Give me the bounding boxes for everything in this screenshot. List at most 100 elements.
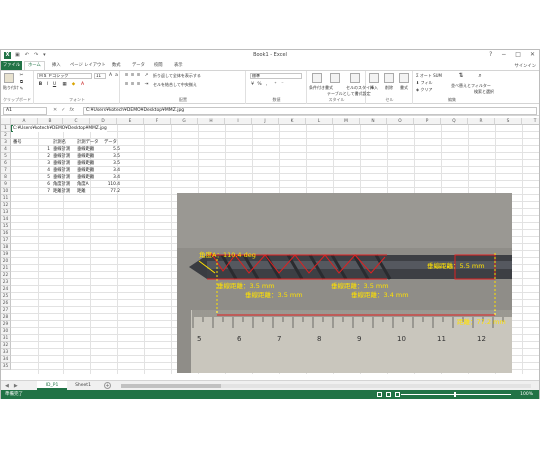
row-header[interactable]: 34: [1, 356, 11, 363]
font-color-icon[interactable]: A: [80, 82, 85, 87]
column-header[interactable]: S: [495, 118, 522, 125]
grow-font-icon[interactable]: A: [108, 73, 113, 78]
column-header[interactable]: F: [144, 118, 171, 125]
row-header[interactable]: 20: [1, 258, 11, 265]
table-cell[interactable]: 3.4: [96, 167, 120, 174]
inserted-picture[interactable]: 5 6 7 8 9 10 11 12 角度A：110.4 deg 垂線距離：5.5 mm 垂線距離：…: [177, 193, 512, 373]
column-header[interactable]: T: [522, 118, 539, 125]
align-left-icon[interactable]: ≡: [124, 82, 129, 87]
column-header[interactable]: O: [387, 118, 414, 125]
borders-icon[interactable]: ▦: [62, 82, 67, 87]
column-header[interactable]: E: [117, 118, 144, 125]
fill-color-icon[interactable]: ◆: [71, 82, 76, 87]
tab-formulas[interactable]: 数式: [112, 62, 121, 68]
close-button[interactable]: ✕: [530, 51, 535, 58]
table-cell[interactable]: 5: [20, 174, 50, 181]
formula-input[interactable]: C:¥Users¥kotech¥DEMO¥Desktop¥MMZ.jpg: [83, 107, 537, 115]
column-header[interactable]: A: [11, 118, 38, 125]
normal-view-icon[interactable]: [377, 392, 382, 397]
tab-view[interactable]: 表示: [174, 62, 183, 68]
fill-button[interactable]: ⬇ フィル: [416, 80, 433, 86]
table-cell[interactable]: 2: [20, 153, 50, 160]
tab-review[interactable]: 校閲: [154, 62, 163, 68]
underline-icon[interactable]: U: [52, 82, 57, 87]
cell-style-icon[interactable]: [350, 73, 360, 83]
row-header[interactable]: 25: [1, 293, 11, 300]
table-header-cell[interactable]: データ: [104, 139, 117, 146]
row-header[interactable]: 16: [1, 230, 11, 237]
scroll-thumb[interactable]: [121, 384, 221, 388]
table-cell[interactable]: 3.4: [96, 174, 120, 181]
column-header[interactable]: N: [360, 118, 387, 125]
shrink-font-icon[interactable]: a: [114, 73, 119, 78]
autosum-button[interactable]: Σ オート SUM: [416, 73, 442, 79]
name-box[interactable]: A1: [3, 107, 47, 115]
horizontal-scrollbar[interactable]: [121, 384, 531, 388]
number-format-select[interactable]: 標準: [250, 73, 302, 79]
column-header[interactable]: I: [225, 118, 252, 125]
table-cell[interactable]: 5.5: [96, 146, 120, 153]
table-format-icon[interactable]: [330, 73, 340, 83]
row-header[interactable]: 10: [1, 188, 11, 195]
tab-page-layout[interactable]: ページ レイアウト: [70, 62, 106, 68]
row-header[interactable]: 35: [1, 363, 11, 370]
table-cell[interactable]: 3.5: [96, 153, 120, 160]
page-layout-view-icon[interactable]: [386, 392, 391, 397]
column-header[interactable]: G: [171, 118, 198, 125]
row-header[interactable]: 13: [1, 209, 11, 216]
bold-icon[interactable]: B: [38, 82, 43, 87]
tab-file[interactable]: ファイル: [1, 61, 22, 70]
row-header[interactable]: 9: [1, 181, 11, 188]
row-header[interactable]: 24: [1, 286, 11, 293]
format-cells-label[interactable]: 書式: [400, 85, 408, 91]
row-header[interactable]: 14: [1, 216, 11, 223]
merge-center-button[interactable]: セルを結合して中央揃え: [153, 82, 197, 88]
row-header[interactable]: 32: [1, 342, 11, 349]
row-header[interactable]: 23: [1, 279, 11, 286]
row-header[interactable]: 31: [1, 335, 11, 342]
paste-label[interactable]: 貼り付け: [3, 85, 19, 91]
row-header[interactable]: 6: [1, 160, 11, 167]
sheet-tab-sheet1[interactable]: Sheet1: [69, 381, 97, 390]
next-sheet-icon[interactable]: ▶: [14, 383, 18, 389]
insert-cells-label[interactable]: 挿入: [370, 85, 378, 91]
tab-home[interactable]: ホーム: [24, 61, 45, 70]
row-header[interactable]: 11: [1, 195, 11, 202]
row-header[interactable]: 27: [1, 307, 11, 314]
row-header[interactable]: 21: [1, 265, 11, 272]
help-button[interactable]: ?: [489, 51, 492, 58]
column-header[interactable]: Q: [441, 118, 468, 125]
maximize-button[interactable]: □: [515, 51, 521, 58]
table-cell[interactable]: 垂線計測: [53, 146, 79, 153]
row-header[interactable]: 33: [1, 349, 11, 356]
tab-insert[interactable]: 挿入: [52, 62, 61, 68]
column-header[interactable]: R: [468, 118, 495, 125]
table-cell[interactable]: 垂線計測: [53, 167, 79, 174]
align-top-icon[interactable]: ≡: [124, 73, 129, 78]
sort-filter-icon[interactable]: ⇅: [457, 73, 465, 81]
font-size-select[interactable]: 11: [94, 73, 106, 79]
comma-icon[interactable]: ,: [264, 82, 269, 87]
table-cell[interactable]: 距離計測: [53, 188, 79, 195]
column-header[interactable]: H: [198, 118, 225, 125]
wrap-text-button[interactable]: 折り返して全体を表示する: [153, 73, 201, 79]
row-header[interactable]: 29: [1, 321, 11, 328]
zoom-level[interactable]: 100%: [520, 390, 533, 399]
currency-icon[interactable]: ¥: [250, 82, 255, 87]
row-header[interactable]: 22: [1, 272, 11, 279]
align-middle-icon[interactable]: ≡: [130, 73, 135, 78]
format-painter-icon[interactable]: ✎: [19, 87, 24, 92]
sign-in-link[interactable]: サインイン: [515, 63, 536, 69]
sheet-tab-id-p1[interactable]: ID_P1: [37, 381, 67, 390]
indent-icon[interactable]: ⇥: [144, 82, 149, 87]
conditional-format-icon[interactable]: [312, 73, 322, 83]
column-header[interactable]: L: [306, 118, 333, 125]
row-header[interactable]: 4: [1, 146, 11, 153]
align-center-icon[interactable]: ≡: [130, 82, 135, 87]
select-all-corner[interactable]: [1, 118, 11, 125]
add-sheet-button[interactable]: +: [104, 382, 111, 389]
column-header[interactable]: J: [252, 118, 279, 125]
table-cell[interactable]: 角度計測: [53, 181, 79, 188]
table-cell[interactable]: 77.2: [96, 188, 120, 195]
row-header[interactable]: 2: [1, 132, 11, 139]
